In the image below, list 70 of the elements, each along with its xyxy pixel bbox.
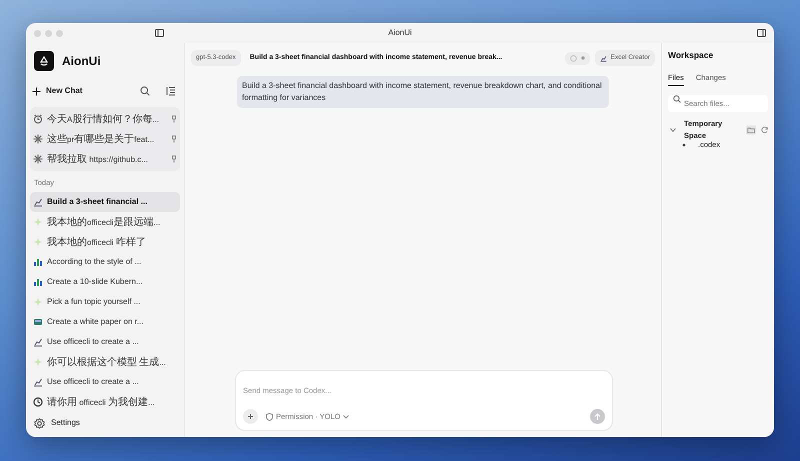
bar-chart-icon [33, 257, 43, 268]
status-dot-icon [580, 56, 585, 60]
pin-icon[interactable] [171, 135, 177, 143]
panel-title: Workspace [668, 49, 714, 62]
alarm-clock-icon [33, 114, 43, 124]
chat-title: 这些pr有哪些是关于feat... [47, 132, 154, 146]
chat-title: 请你用 officecli 为我创建... [47, 396, 155, 410]
chat-item[interactable]: Create a 10-slide Kubern... [30, 272, 180, 292]
line-chart-icon [33, 197, 43, 208]
clock-icon [33, 397, 43, 408]
book-icon [33, 317, 43, 328]
pin-icon[interactable] [171, 155, 177, 163]
chat-item[interactable]: Build a 3-sheet financial ... [30, 192, 180, 212]
line-chart-icon [600, 54, 607, 62]
chat-item[interactable]: Create a white paper on r... [30, 312, 180, 332]
sparkle-icon [33, 297, 43, 308]
window-title: AionUi [388, 28, 412, 37]
shield-icon [266, 412, 273, 420]
settings-link[interactable]: Settings [51, 417, 80, 429]
app-name: AionUi [62, 53, 101, 70]
chat-item[interactable]: 帮我拉取 https://github.c... [30, 149, 180, 169]
caret-icon[interactable] [670, 126, 676, 132]
sidebar-toggle-icon[interactable] [155, 29, 164, 37]
chat-title: 帮我拉取 https://github.c... [47, 152, 148, 166]
refresh-icon[interactable] [760, 126, 768, 134]
user-message: Build a 3-sheet financial dashboard with income statement, revenue breakdown chart, and conditional formatting for variances [237, 76, 609, 108]
pin-icon[interactable] [171, 115, 177, 123]
chat-title: Use officecli to create a ... [47, 336, 139, 348]
plus-icon [32, 86, 41, 96]
chat-title: Create a white paper on r... [47, 316, 144, 328]
chat-title: 我本地的officecli 咋样了 [47, 236, 146, 250]
bullet-icon [682, 142, 686, 146]
sparkle-icon [33, 217, 43, 228]
chat-title: Build a 3-sheet financial ... [47, 196, 148, 208]
chat-item[interactable]: 我本地的officecli是跟远端... [30, 212, 180, 232]
chat-item[interactable]: Pick a fun topic yourself ... [30, 292, 180, 312]
chat-title: 今天A股行情如何？你每... [47, 112, 160, 126]
plus-icon [247, 413, 254, 420]
search-icon[interactable] [140, 86, 150, 96]
panel-toggle-icon[interactable] [757, 29, 766, 37]
new-chat-button[interactable]: New Chat [30, 83, 84, 99]
chat-item[interactable]: 请你用 officecli 为我创建... [30, 392, 180, 412]
sparkle-icon [33, 237, 43, 248]
chat-item[interactable]: 我本地的officecli 咋样了 [30, 232, 180, 252]
bar-chart-icon [33, 277, 43, 288]
line-chart-icon [33, 337, 43, 348]
chat-title: Use officecli to create a ... [47, 376, 139, 388]
chat-item[interactable]: Use officecli to create a ... [30, 332, 180, 352]
chat-title: According to the style of ... [47, 256, 142, 268]
chat-title: Create a 10-slide Kubern... [47, 276, 143, 288]
list-icon[interactable] [166, 86, 176, 96]
app-logo [34, 51, 54, 71]
asterisk-icon [33, 134, 43, 144]
caret-icon [343, 414, 350, 418]
chat-item[interactable]: 你可以根据这个模型 生成... [30, 352, 180, 372]
chat-item[interactable]: 这些pr有哪些是关于feat... [30, 129, 180, 149]
chat-item[interactable]: Use officecli to create a ... [30, 372, 180, 392]
chat-title: 你可以根据这个模型 生成... [47, 356, 166, 370]
chat-item[interactable]: 今天A股行情如何？你每... [30, 109, 180, 129]
add-button[interactable] [243, 409, 258, 424]
chat-item[interactable]: According to the style of ... [30, 252, 180, 272]
settings-icon[interactable] [34, 418, 45, 428]
asterisk-icon [33, 154, 43, 164]
chat-title: Pick a fun topic yourself ... [47, 296, 140, 308]
line-chart-icon [33, 377, 43, 388]
new-folder-icon[interactable] [746, 124, 757, 134]
up-arrow-icon [594, 412, 601, 420]
chat-title: 我本地的officecli是跟远端... [47, 216, 160, 230]
clock-icon [570, 54, 577, 62]
sparkle-icon [33, 357, 43, 368]
